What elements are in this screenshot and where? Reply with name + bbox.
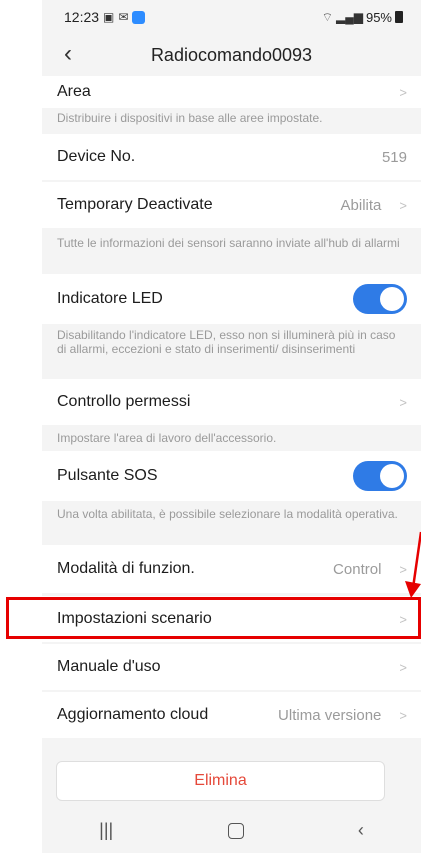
page-title: Radiocomando0093 xyxy=(150,44,313,65)
sos-button-description: Una volta abilitata, è possibile selezio… xyxy=(57,507,398,521)
sos-button-toggle[interactable] xyxy=(353,461,407,491)
status-left: 12:23 ▣ ✉ xyxy=(64,9,146,25)
temporary-deactivate-row[interactable]: Temporary Deactivate Abilita > xyxy=(42,182,421,228)
status-time: 12:23 xyxy=(64,9,100,25)
temporary-deactivate-label: Temporary Deactivate xyxy=(57,196,213,213)
battery-percent: 95% xyxy=(365,9,392,25)
app-header: ‹ Radiocomando0093 xyxy=(42,34,421,76)
permission-control-label: Controllo permessi xyxy=(57,393,191,410)
operating-mode-label: Modalità di funzion. xyxy=(57,560,195,577)
scenario-settings-row[interactable]: Impostazioni scenario > xyxy=(42,596,421,642)
permission-control-description: Impostare l'area di lavoro dell'accessor… xyxy=(57,431,277,445)
cloud-update-label: Aggiornamento cloud xyxy=(57,706,209,723)
user-manual-label: Manuale d'uso xyxy=(57,658,161,675)
chevron-right-icon: > xyxy=(399,394,407,410)
area-label: Area xyxy=(57,83,91,100)
chevron-right-icon: > xyxy=(399,84,407,100)
led-indicator-toggle[interactable] xyxy=(353,284,407,314)
temporary-deactivate-value: Abilita xyxy=(340,196,382,214)
area-row[interactable]: Area > xyxy=(42,76,421,108)
operating-mode-value: Control xyxy=(333,560,382,578)
gallery-notification-icon: ▣ xyxy=(103,10,115,24)
device-no-label: Device No. xyxy=(57,148,136,165)
device-no-row: Device No. 519 xyxy=(42,134,421,180)
status-bar: 12:23 ▣ ✉ ⌔ ▂▄▆ 95% xyxy=(42,0,421,34)
phone-screen: 12:23 ▣ ✉ ⌔ ▂▄▆ 95% ‹ Radiocomando0093 A… xyxy=(42,0,421,853)
chevron-right-icon: > xyxy=(399,611,407,627)
back-arrow-icon[interactable]: ‹ xyxy=(64,42,72,66)
device-no-value: 519 xyxy=(381,148,407,166)
chevron-right-icon: > xyxy=(399,707,407,723)
led-indicator-description: Disabilitando l'indicatore LED, esso non… xyxy=(57,328,396,356)
mail-notification-icon: ✉ xyxy=(118,10,129,24)
recent-apps-icon[interactable]: ||| xyxy=(99,820,113,841)
chevron-right-icon: > xyxy=(399,197,407,213)
sos-button-label: Pulsante SOS xyxy=(57,467,158,484)
user-manual-row[interactable]: Manuale d'uso > xyxy=(42,644,421,690)
led-indicator-label: Indicatore LED xyxy=(57,290,163,307)
signal-icon: ▂▄▆ xyxy=(336,10,363,24)
battery-icon xyxy=(395,11,403,23)
led-indicator-row: Indicatore LED xyxy=(42,274,421,324)
system-nav-bar: ||| ‹ xyxy=(42,808,421,853)
toggle-knob xyxy=(380,287,404,311)
delete-button[interactable]: Elimina xyxy=(56,761,385,801)
toggle-knob xyxy=(380,464,404,488)
permission-control-row[interactable]: Controllo permessi > xyxy=(42,379,421,425)
cloud-update-value: Ultima versione xyxy=(278,706,382,724)
chevron-right-icon: > xyxy=(399,659,407,675)
operating-mode-row[interactable]: Modalità di funzion. Control > xyxy=(42,545,421,593)
wifi-icon: ⌔ xyxy=(321,9,333,24)
sos-button-row: Pulsante SOS xyxy=(42,451,421,501)
app-notification-icon xyxy=(132,10,146,24)
home-icon[interactable] xyxy=(227,822,244,839)
chevron-right-icon: > xyxy=(399,561,407,577)
cloud-update-row[interactable]: Aggiornamento cloud Ultima versione > xyxy=(42,692,421,738)
status-right: ⌔ ▂▄▆ 95% xyxy=(322,10,403,25)
temporary-deactivate-description: Tutte le informazioni dei sensori sarann… xyxy=(57,236,400,250)
area-description: Distribuire i dispositivi in base alle a… xyxy=(57,111,323,125)
nav-back-icon[interactable]: ‹ xyxy=(358,820,364,841)
scenario-settings-label: Impostazioni scenario xyxy=(57,610,212,627)
